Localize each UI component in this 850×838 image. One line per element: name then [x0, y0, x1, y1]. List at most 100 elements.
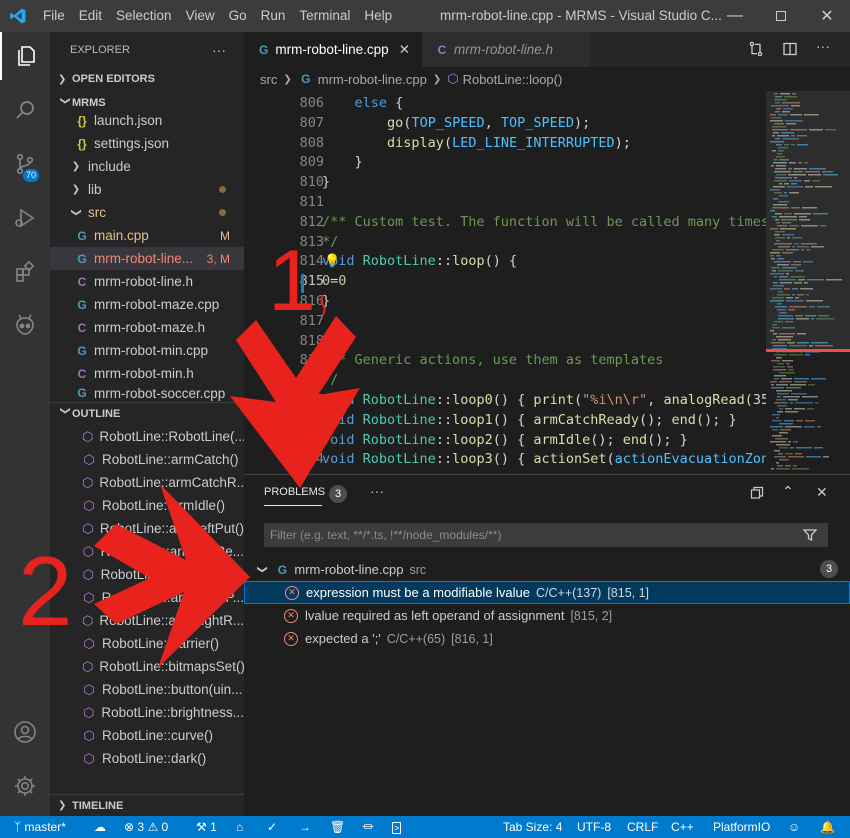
outline-item[interactable]: ⬡ RobotLine::armCatch()	[50, 448, 244, 471]
maximize-button[interactable]	[758, 0, 804, 32]
menu-run[interactable]: Run	[254, 0, 293, 32]
pio-terminal-button[interactable]: >	[392, 816, 402, 838]
close-icon: ✕	[820, 8, 834, 25]
explorer-more-button[interactable]: ···	[212, 42, 226, 58]
outline-item[interactable]: ⬡ RobotLine::button(uin...	[50, 678, 244, 701]
problem-file-row[interactable]: ❯ G mrm-robot-line.cpp src 3	[244, 558, 850, 581]
encoding-status[interactable]: UTF-8	[577, 816, 611, 838]
breadcrumb-file[interactable]: mrm-robot-line.cpp	[318, 72, 427, 87]
eol-status[interactable]: CRLF	[627, 816, 658, 838]
modified-dot	[219, 186, 226, 193]
pio-test-button[interactable]: ⏛	[362, 816, 374, 838]
compare-changes-button[interactable]	[748, 41, 764, 57]
minimap-line	[814, 447, 823, 449]
pio-home-button[interactable]: ⌂	[236, 816, 243, 838]
menu-file[interactable]: File	[36, 0, 72, 32]
pio-build-button[interactable]: ✓	[267, 816, 277, 838]
minimap-slider[interactable]	[766, 91, 850, 349]
outline-item[interactable]: ⬡ RobotLine::curve()	[50, 724, 244, 747]
menu-go[interactable]: Go	[222, 0, 254, 32]
file-mrm-robot-line-cpp[interactable]: Gmrm-robot-line... 3, M	[50, 247, 244, 270]
lightbulb-icon[interactable]: 💡	[324, 254, 340, 269]
minimize-button[interactable]: —	[712, 0, 758, 32]
outline-item[interactable]: ⬡ RobotLine::barrier()	[50, 632, 244, 655]
manage-button[interactable]	[0, 762, 50, 810]
outline-item[interactable]: ⬡ RobotLine::armRightR...	[50, 609, 244, 632]
menu-terminal[interactable]: Terminal	[292, 0, 357, 32]
timeline-section[interactable]: ❯ TIMELINE	[50, 794, 244, 816]
feedback-button[interactable]: ☺	[788, 816, 800, 838]
explorer-button[interactable]	[0, 32, 50, 80]
menu-view[interactable]: View	[179, 0, 222, 32]
tab-mrm-robot-line-cpp[interactable]: G mrm-robot-line.cpp ✕	[244, 32, 422, 67]
outline-item[interactable]: ⬡ RobotLine::armLeftRe...	[50, 563, 244, 586]
minimap-line	[776, 384, 788, 386]
checkmark-icon: ✓	[267, 820, 278, 834]
pio-upload-button[interactable]: →	[299, 816, 311, 838]
breadcrumb-symbol[interactable]: RobotLine::loop()	[463, 72, 563, 87]
problem-row[interactable]: ✕ expression must be a modifiable lvalue…	[244, 581, 850, 604]
file-settings-json[interactable]: {} settings.json	[50, 132, 244, 155]
source-control-button[interactable]: 70	[0, 140, 50, 188]
outline-label: RobotLine::armRightR...	[99, 613, 244, 628]
file-mrm-robot-soccer-cpp[interactable]: Gmrm-robot-soccer.cpp	[50, 385, 244, 401]
language-status[interactable]: C++	[671, 816, 694, 838]
tools-status[interactable]: ⚒ 1	[196, 816, 217, 838]
outline-item[interactable]: ⬡ RobotLine::armCatchR...	[50, 471, 244, 494]
sync-button[interactable]: ☁	[94, 816, 106, 838]
outline-item[interactable]: ⬡ RobotLine::RobotLine(...	[50, 425, 244, 448]
file-mrm-robot-line-h[interactable]: Cmrm-robot-line.h	[50, 270, 244, 293]
minimap-line	[788, 369, 794, 371]
chevron-up-icon[interactable]: ⌃	[782, 483, 794, 500]
outline-item[interactable]: ⬡ RobotLine::armLeftPut()	[50, 517, 244, 540]
outline-item[interactable]: ⬡ RobotLine::dark()	[50, 747, 244, 770]
title-bar: File Edit Selection View Go Run Terminal…	[0, 0, 850, 32]
platformio-status[interactable]: PlatformIO	[713, 816, 770, 838]
file-main-cpp[interactable]: Gmain.cpp M	[50, 224, 244, 247]
outline-section[interactable]: ❯ OUTLINE	[50, 402, 244, 424]
outline-item[interactable]: ⬡ RobotLine::bitmapsSet()	[50, 655, 244, 678]
branch-status[interactable]: ᛉ master*	[14, 816, 66, 838]
outline-item[interactable]: ⬡ RobotLine::armLeftRe...	[50, 540, 244, 563]
file-mrm-robot-maze-cpp[interactable]: Gmrm-robot-maze.cpp	[50, 293, 244, 316]
more-actions-button[interactable]: ···	[816, 38, 830, 54]
pio-clean-button[interactable]: 🗑	[330, 816, 345, 838]
tab-mrm-robot-line-h[interactable]: C mrm-robot-line.h	[422, 32, 590, 67]
filter-button[interactable]	[802, 527, 818, 546]
split-editor-button[interactable]	[782, 41, 798, 57]
outline-item[interactable]: ⬡ RobotLine::armRightP...	[50, 586, 244, 609]
search-button[interactable]	[0, 86, 50, 134]
maximize-panel-button[interactable]	[750, 486, 764, 503]
problems-status[interactable]: ⊗ 3 ⚠ 0	[124, 816, 168, 838]
breadcrumb-folder[interactable]: src	[260, 72, 277, 87]
file-mrm-robot-min-cpp[interactable]: Gmrm-robot-min.cpp	[50, 339, 244, 362]
folder-lib[interactable]: ❯ lib	[50, 178, 244, 201]
close-tab-icon[interactable]: ✕	[399, 42, 410, 58]
file-mrm-robot-maze-h[interactable]: Cmrm-robot-maze.h	[50, 316, 244, 339]
tab-problems[interactable]: PROBLEMS	[264, 486, 325, 498]
platformio-button[interactable]	[0, 302, 50, 350]
menu-help[interactable]: Help	[357, 0, 399, 32]
panel-more-button[interactable]: ···	[370, 483, 384, 499]
minimap[interactable]	[766, 91, 850, 474]
file-launch-json[interactable]: {} launch.json	[50, 109, 244, 132]
folder-src[interactable]: ❯ src	[50, 201, 244, 224]
close-window-button[interactable]: ✕	[804, 0, 850, 32]
accounts-button[interactable]	[0, 708, 50, 756]
file-mrm-robot-min-h[interactable]: Cmrm-robot-min.h	[50, 362, 244, 385]
problem-row[interactable]: ✕ expected a ';' C/C++(65) [816, 1]	[244, 627, 850, 650]
extensions-button[interactable]	[0, 248, 50, 296]
folder-include[interactable]: ❯ include	[50, 155, 244, 178]
outline-item[interactable]: ⬡ RobotLine::brightness...	[50, 701, 244, 724]
open-editors-section[interactable]: ❯ OPEN EDITORS	[50, 68, 244, 90]
tab-size-status[interactable]: Tab Size: 4	[503, 816, 562, 838]
close-panel-button[interactable]: ✕	[816, 484, 828, 501]
problems-filter-input[interactable]: Filter (e.g. text, **/*.ts, !**/node_mod…	[264, 523, 828, 547]
notifications-button[interactable]: 🔔	[820, 816, 835, 838]
run-debug-button[interactable]	[0, 194, 50, 242]
code-editor[interactable]: 806 else {807 go(TOP_SPEED, TOP_SPEED); 8…	[244, 91, 766, 474]
menu-edit[interactable]: Edit	[72, 0, 109, 32]
menu-selection[interactable]: Selection	[109, 0, 179, 32]
problem-row[interactable]: ✕ lvalue required as left operand of ass…	[244, 604, 850, 627]
outline-item[interactable]: ⬡ RobotLine::armIdle()	[50, 494, 244, 517]
